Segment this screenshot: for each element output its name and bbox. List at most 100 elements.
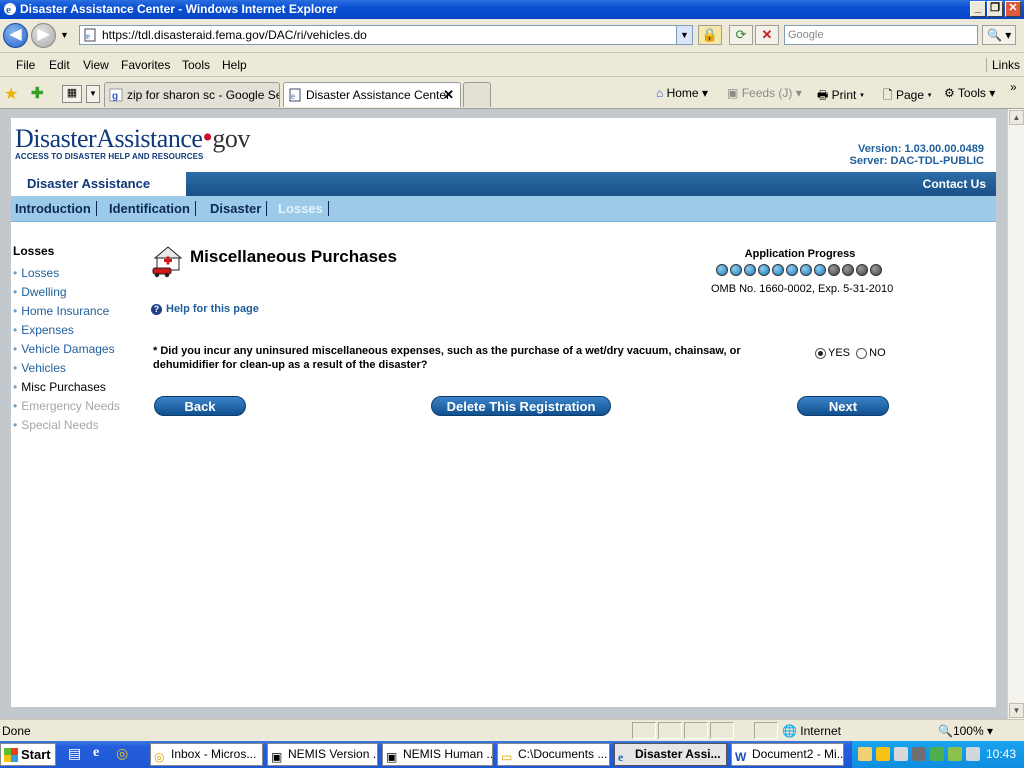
sidebar-item-label: Losses bbox=[21, 266, 60, 280]
contact-us-link[interactable]: Contact Us bbox=[923, 177, 986, 191]
network-tray-icon[interactable] bbox=[894, 747, 908, 761]
system-tray: 10:43 bbox=[851, 741, 1024, 768]
menu-edit[interactable]: Edit bbox=[49, 58, 70, 72]
progress-step-complete bbox=[730, 264, 742, 276]
start-button[interactable]: Start bbox=[0, 743, 56, 766]
nav-introduction[interactable]: Introduction bbox=[15, 201, 97, 216]
mail-tray-icon[interactable] bbox=[858, 747, 872, 761]
sidebar-item-home-insurance[interactable]: • Home Insurance bbox=[13, 304, 120, 318]
home-button[interactable]: ⌂ Home ▾ bbox=[656, 86, 708, 100]
url-text[interactable]: https://tdl.disasteraid.fema.gov/DAC/ri/… bbox=[102, 28, 367, 42]
links-toolbar[interactable]: Links bbox=[985, 58, 1020, 72]
taskbar-nemis-version[interactable]: ▣ NEMIS Version ... bbox=[267, 743, 378, 766]
progress-step-complete bbox=[786, 264, 798, 276]
menu-bar: File Edit View Favorites Tools Help Link… bbox=[0, 53, 1024, 77]
favorites-star-icon[interactable]: ★ bbox=[4, 84, 18, 104]
volume-tray-icon[interactable] bbox=[966, 747, 980, 761]
menu-tools[interactable]: Tools bbox=[182, 58, 210, 72]
history-dropdown-icon[interactable]: ▼ bbox=[60, 30, 69, 40]
address-dropdown-icon[interactable]: ▼ bbox=[676, 26, 692, 44]
menu-view[interactable]: View bbox=[83, 58, 109, 72]
zoom-label: 100% bbox=[952, 724, 984, 738]
minimize-button[interactable]: _ bbox=[970, 1, 986, 17]
no-radio[interactable]: NO bbox=[856, 347, 886, 359]
close-tab-icon[interactable]: ✕ bbox=[443, 83, 454, 107]
connection-tray-icon[interactable] bbox=[948, 747, 962, 761]
delete-registration-button[interactable]: Delete This Registration bbox=[431, 396, 611, 416]
application-progress: Application Progress bbox=[707, 248, 893, 277]
print-button[interactable]: 🖶 Print ▾ bbox=[817, 86, 864, 107]
close-window-button[interactable]: ✕ bbox=[1005, 1, 1021, 17]
radio-yes-circle[interactable] bbox=[815, 347, 826, 359]
yes-radio[interactable]: YES bbox=[815, 347, 850, 359]
chevron-more-icon[interactable]: » bbox=[1010, 80, 1017, 94]
taskbar-document2[interactable]: W Document2 - Mi... bbox=[731, 743, 844, 766]
nav-losses[interactable]: Losses bbox=[278, 201, 329, 216]
ie-page-icon: e bbox=[289, 88, 301, 102]
progress-step-complete bbox=[814, 264, 826, 276]
logo-text: DisasterAssistance bbox=[15, 124, 203, 153]
misc-expenses-question: * Did you incur any uninsured miscellane… bbox=[153, 345, 741, 371]
tab-google-search[interactable]: g zip for sharon sc - Google Se... bbox=[104, 82, 280, 107]
menu-file[interactable]: File bbox=[16, 58, 35, 72]
search-button[interactable]: 🔍 ▾ bbox=[982, 25, 1016, 45]
page-menu-button[interactable]: 🗋 Page ▾ bbox=[883, 86, 932, 107]
stop-icon[interactable]: ✕ bbox=[755, 25, 779, 45]
tab-bar: ★ ✚ ▦ ▼ g zip for sharon sc - Google Se.… bbox=[0, 77, 1024, 109]
restore-button[interactable]: ❐ bbox=[987, 1, 1003, 17]
add-favorite-icon[interactable]: ✚ bbox=[31, 84, 44, 102]
outlook-icon: ◎ bbox=[154, 750, 165, 764]
window-title-bar[interactable]: e Disaster Assistance Center - Windows I… bbox=[0, 0, 1024, 19]
address-bar[interactable]: e https://tdl.disasteraid.fema.gov/DAC/r… bbox=[79, 25, 693, 45]
outlook-quicklaunch-icon[interactable]: ◎ bbox=[116, 745, 134, 763]
show-desktop-icon[interactable]: ▤ bbox=[68, 745, 86, 763]
nav-disaster[interactable]: Disaster bbox=[210, 201, 268, 216]
sidebar-item-losses[interactable]: • Losses bbox=[13, 266, 120, 280]
taskbar-disaster-assistance[interactable]: e Disaster Assi... bbox=[614, 743, 727, 766]
menu-help[interactable]: Help bbox=[222, 58, 247, 72]
back-button[interactable]: Back bbox=[154, 396, 246, 416]
server-text: Server: DAC-TDL-PUBLIC bbox=[849, 155, 984, 167]
scroll-down-icon[interactable]: ▼ bbox=[1009, 703, 1024, 718]
next-button[interactable]: Next bbox=[797, 396, 889, 416]
taskbar-nemis-human[interactable]: ▣ NEMIS Human ... bbox=[382, 743, 493, 766]
lock-icon[interactable]: 🔒 bbox=[698, 25, 722, 45]
menu-favorites[interactable]: Favorites bbox=[121, 58, 170, 72]
taskbar-label: C:\Documents ... bbox=[518, 747, 608, 761]
refresh-icon[interactable]: ⟳ bbox=[729, 25, 753, 45]
scroll-up-icon[interactable]: ▲ bbox=[1009, 110, 1024, 125]
security-tray-icon[interactable] bbox=[930, 747, 944, 761]
security-zone[interactable]: 🌐 Internet bbox=[782, 724, 841, 738]
back-nav-button[interactable]: ◀ bbox=[3, 23, 28, 48]
tab-disaster-assistance[interactable]: e Disaster Assistance Center ✕ bbox=[283, 82, 461, 107]
help-link[interactable]: ? Help for this page bbox=[151, 303, 259, 315]
settings-tray-icon[interactable] bbox=[912, 747, 926, 761]
reminder-tray-icon[interactable] bbox=[876, 747, 890, 761]
ie-quicklaunch-icon[interactable]: e bbox=[93, 745, 111, 763]
feeds-button[interactable]: ▣ Feeds (J) ▾ bbox=[727, 86, 802, 100]
quick-tabs-icon[interactable]: ▦ bbox=[62, 85, 82, 103]
site-logo[interactable]: DisasterAssistance•gov ACCESS TO DISASTE… bbox=[15, 123, 255, 170]
nav-identification[interactable]: Identification bbox=[109, 201, 196, 216]
version-info: Version: 1.03.00.00.0489 Server: DAC-TDL… bbox=[850, 143, 984, 167]
sidebar-item-expenses[interactable]: • Expenses bbox=[13, 323, 120, 337]
start-label: Start bbox=[21, 747, 51, 762]
zoom-icon: 🔍 bbox=[938, 724, 953, 738]
taskbar-inbox[interactable]: ◎ Inbox - Micros... bbox=[150, 743, 263, 766]
sidebar-item-label: Vehicle Damages bbox=[21, 342, 115, 356]
radio-no-circle[interactable] bbox=[856, 347, 868, 359]
sidebar-item-vehicles[interactable]: • Vehicles bbox=[13, 361, 120, 375]
page-title: Miscellaneous Purchases bbox=[190, 247, 397, 266]
progress-indicator bbox=[707, 264, 893, 277]
zoom-level[interactable]: 🔍100% ▾ bbox=[938, 724, 993, 738]
search-input[interactable]: Google bbox=[784, 25, 978, 45]
sidebar-item-dwelling[interactable]: • Dwelling bbox=[13, 285, 120, 299]
progress-step-complete bbox=[716, 264, 728, 276]
vertical-scrollbar[interactable]: ▲ ▼ bbox=[1007, 109, 1024, 719]
new-tab-button[interactable] bbox=[463, 82, 491, 107]
forward-nav-button[interactable]: ▶ bbox=[31, 23, 56, 48]
tools-menu-button[interactable]: ⚙ Tools ▾ bbox=[944, 86, 995, 100]
sidebar-item-vehicle-damages[interactable]: • Vehicle Damages bbox=[13, 342, 120, 356]
taskbar-documents[interactable]: ▭ C:\Documents ... bbox=[497, 743, 610, 766]
tab-list-dropdown-icon[interactable]: ▼ bbox=[86, 85, 100, 103]
